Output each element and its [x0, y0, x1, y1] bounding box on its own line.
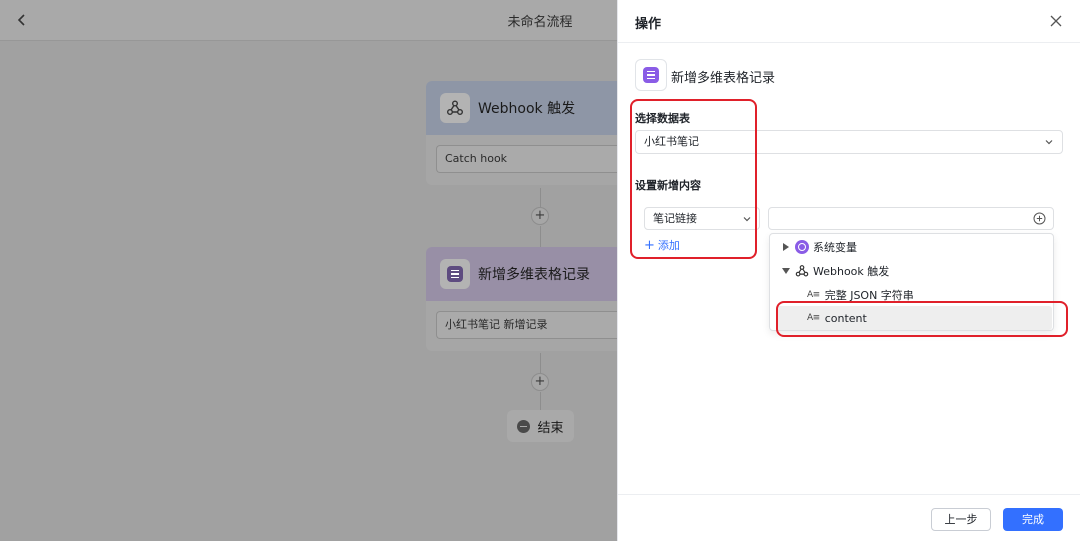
tree-item-label: content	[824, 311, 867, 325]
action-name: 新增多维表格记录	[671, 71, 776, 86]
previous-step-button[interactable]: 上一步	[931, 508, 991, 531]
add-variable-icon[interactable]	[1033, 212, 1046, 225]
field-select[interactable]: 笔记链接	[644, 207, 760, 230]
connector-line	[540, 353, 541, 373]
add-field-button[interactable]: + 添加	[644, 237, 680, 253]
node-title: 新增多维表格记录	[478, 267, 590, 283]
sheet-icon	[440, 259, 470, 289]
tree-item-label: 系统变量	[813, 241, 857, 254]
table-select[interactable]: 小红书笔记	[635, 130, 1063, 154]
add-step-button[interactable]: +	[531, 207, 549, 225]
node-header: 新增多维表格记录	[426, 247, 617, 301]
divider	[618, 42, 1080, 43]
sheet-icon	[643, 67, 659, 83]
connector-line	[540, 226, 541, 247]
divider	[618, 494, 1080, 495]
system-variable-icon	[795, 240, 809, 254]
tree-item-system-vars[interactable]: 系统变量	[770, 235, 1053, 259]
node-body: 小红书笔记 新增记录	[426, 301, 617, 351]
end-label: 结束	[537, 420, 564, 436]
expand-icon[interactable]	[783, 243, 789, 251]
chevron-down-icon	[743, 217, 751, 222]
done-button[interactable]: 完成	[1003, 508, 1063, 531]
action-drawer: 操作 新增多维表格记录 选择数据表 小红书笔记 设置新增内容 笔记链接 +添加	[617, 0, 1080, 541]
add-step-button[interactable]: +	[531, 373, 549, 391]
webhook-trigger-node[interactable]: Webhook 触发 Catch hook	[426, 81, 617, 185]
table-select-value: 小红书笔记	[644, 135, 699, 148]
end-node: 结束	[507, 410, 574, 442]
add-record-node[interactable]: 新增多维表格记录 小红书笔记 新增记录	[426, 247, 617, 351]
chevron-down-icon	[1045, 140, 1053, 145]
add-field-label: 添加	[657, 239, 680, 252]
node-title: Webhook 触发	[478, 101, 576, 117]
webhook-icon	[440, 93, 470, 123]
flow-topbar	[0, 0, 617, 41]
end-icon	[517, 419, 531, 433]
drawer-title: 操作	[635, 17, 662, 32]
chevron-left-icon[interactable]	[14, 12, 30, 28]
action-icon	[635, 59, 667, 91]
text-type-icon: A≡	[807, 313, 820, 323]
connector-line	[540, 392, 541, 410]
select-table-label: 选择数据表	[635, 112, 690, 125]
close-icon[interactable]	[1048, 13, 1064, 29]
tree-item-full-json[interactable]: A≡ 完整 JSON 字符串	[770, 283, 1053, 307]
plus-icon: +	[644, 238, 655, 253]
tree-item-webhook[interactable]: Webhook 触发	[770, 259, 1053, 283]
tree-item-content[interactable]: A≡ content	[776, 306, 1052, 330]
node-field: 小红书笔记 新增记录	[436, 311, 617, 339]
connector-line	[540, 188, 541, 207]
collapse-icon[interactable]	[782, 268, 790, 274]
node-header: Webhook 触发	[426, 81, 617, 135]
webhook-icon	[795, 265, 809, 277]
variable-dropdown: 系统变量 Webhook 触发 A≡ 完整 JSON 字符串 A≡ conten…	[769, 233, 1054, 331]
field-select-value: 笔记链接	[653, 212, 697, 225]
flow-canvas: Webhook 触发 Catch hook + 新增多维表格记录 小红书笔记 新…	[0, 0, 617, 541]
node-body: Catch hook	[426, 135, 617, 185]
tree-item-label: 完整 JSON 字符串	[824, 289, 914, 302]
field-value-input[interactable]	[768, 207, 1054, 230]
set-content-label: 设置新增内容	[635, 179, 701, 192]
text-type-icon: A≡	[807, 290, 820, 300]
tree-item-label: Webhook 触发	[813, 265, 890, 278]
node-field: Catch hook	[436, 145, 617, 173]
